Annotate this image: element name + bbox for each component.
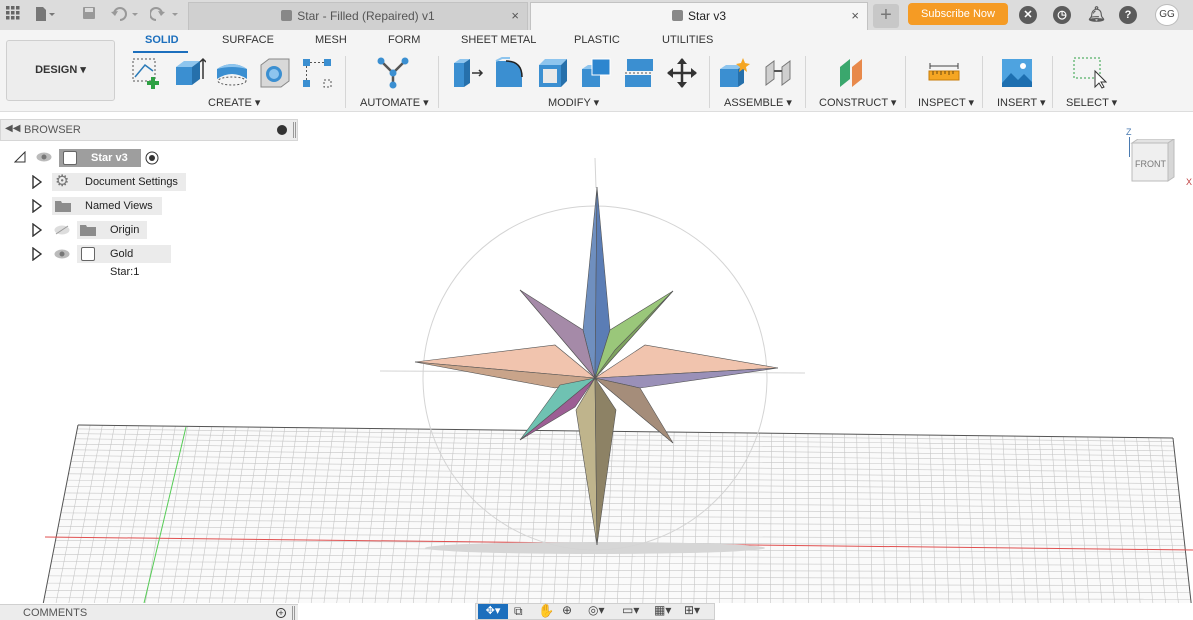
joint-icon[interactable]: [762, 57, 794, 89]
orbit-tool-icon[interactable]: ✥▾: [478, 604, 508, 619]
select-menu[interactable]: SELECT ▾: [1066, 96, 1117, 109]
pan-hand-icon[interactable]: ✋: [538, 603, 554, 619]
component-icon: [671, 10, 683, 21]
canvas-viewport[interactable]: [0, 113, 1193, 603]
insert-image-icon[interactable]: [1001, 57, 1033, 89]
tab-star-v3[interactable]: Star v3 ×: [530, 2, 868, 30]
press-pull-icon[interactable]: [452, 57, 484, 89]
extrude-icon[interactable]: [174, 57, 207, 89]
view-cube[interactable]: Z FRONT X: [1120, 124, 1193, 194]
active-tab-indicator: [133, 51, 188, 53]
tab-surface[interactable]: SURFACE: [222, 34, 274, 46]
display-settings-icon[interactable]: ▭▾: [622, 603, 639, 617]
zoom-icon[interactable]: ⊕: [562, 603, 572, 617]
close-icon[interactable]: ×: [511, 3, 519, 29]
subscribe-button[interactable]: Subscribe Now: [908, 3, 1008, 25]
ground-grid: [42, 424, 1192, 603]
tab-form[interactable]: FORM: [388, 34, 420, 46]
user-avatar[interactable]: GG: [1155, 4, 1179, 26]
group-divider: [438, 56, 439, 108]
z-axis-label: Z: [1126, 127, 1132, 137]
tab-utilities[interactable]: UTILITIES: [662, 34, 713, 46]
app-grid-icon[interactable]: [4, 6, 22, 24]
new-tab-button[interactable]: +: [873, 4, 899, 28]
grid-settings-icon[interactable]: ▦▾: [654, 603, 671, 617]
automate-icon[interactable]: [377, 57, 409, 89]
insert-menu[interactable]: INSERT ▾: [997, 96, 1046, 109]
tab-title: Star - Filled (Repaired) v1: [189, 3, 527, 29]
group-divider: [345, 56, 346, 108]
job-status-icon[interactable]: ◷: [1053, 6, 1071, 24]
title-bar: Star - Filled (Repaired) v1 × Star v3 × …: [0, 0, 1193, 30]
tab-sheet-metal[interactable]: SHEET METAL: [461, 34, 536, 46]
extensions-icon[interactable]: ✕: [1019, 6, 1037, 24]
construct-menu[interactable]: CONSTRUCT ▾: [819, 96, 896, 109]
tab-plastic[interactable]: PLASTIC: [574, 34, 620, 46]
create-sketch-icon[interactable]: [131, 57, 163, 89]
assemble-menu[interactable]: ASSEMBLE ▾: [724, 96, 792, 109]
comments-title: COMMENTS: [23, 607, 88, 619]
align-icon[interactable]: [623, 57, 655, 89]
save-icon[interactable]: [80, 6, 98, 24]
file-menu-icon[interactable]: [34, 6, 55, 24]
ribbon-toolbar: DESIGN ▾ SOLID SURFACE MESH FORM SHEET M…: [0, 30, 1193, 112]
viewports-icon[interactable]: ⊞▾: [684, 603, 700, 617]
star-shadow: [425, 542, 765, 554]
redo-icon[interactable]: [149, 6, 180, 24]
look-at-icon[interactable]: ⧉: [514, 604, 523, 619]
add-comment-icon[interactable]: +: [276, 608, 286, 618]
revolve-icon[interactable]: [216, 57, 248, 89]
help-icon[interactable]: ?: [1119, 6, 1137, 24]
notifications-bell-icon[interactable]: 🔔︎: [1087, 6, 1106, 24]
hole-icon[interactable]: [259, 57, 291, 89]
group-divider: [982, 56, 983, 108]
tab-mesh[interactable]: MESH: [315, 34, 347, 46]
modify-menu[interactable]: MODIFY ▾: [548, 96, 599, 109]
workspace-switcher[interactable]: DESIGN ▾: [6, 40, 115, 101]
close-icon[interactable]: ×: [851, 3, 859, 29]
measure-icon[interactable]: [928, 57, 960, 89]
create-menu[interactable]: CREATE ▾: [208, 96, 260, 109]
combine-icon[interactable]: [580, 57, 612, 89]
x-axis-label: X: [1186, 177, 1193, 187]
window-select-icon[interactable]: [1073, 57, 1108, 89]
panel-resize-handle[interactable]: [292, 606, 295, 620]
comments-panel: COMMENTS +: [0, 604, 298, 620]
undo-icon[interactable]: [110, 6, 140, 24]
automate-menu[interactable]: AUTOMATE ▾: [360, 96, 429, 109]
inspect-menu[interactable]: INSPECT ▾: [918, 96, 974, 109]
group-divider: [1052, 56, 1053, 108]
move-icon[interactable]: [666, 57, 698, 89]
fillet-icon[interactable]: [494, 57, 526, 89]
shell-icon[interactable]: [537, 57, 569, 89]
tab-title: Star v3: [531, 3, 867, 29]
orbit-guide: [594, 157, 597, 189]
cube-face-label: FRONT: [1135, 159, 1166, 169]
new-component-icon[interactable]: [718, 57, 750, 89]
group-divider: [905, 56, 906, 108]
offset-plane-icon[interactable]: [838, 57, 870, 89]
component-icon: [281, 10, 293, 21]
group-divider: [805, 56, 806, 108]
pattern-icon[interactable]: [301, 57, 333, 89]
navigation-bar: ✥▾ ⧉ ✋ ⊕ ◎▾ ▭▾ ▦▾ ⊞▾: [475, 603, 715, 620]
group-divider: [709, 56, 710, 108]
fit-view-icon[interactable]: ◎▾: [588, 603, 605, 617]
tab-solid[interactable]: SOLID: [145, 34, 179, 46]
tab-star-filled[interactable]: Star - Filled (Repaired) v1 ×: [188, 2, 528, 30]
